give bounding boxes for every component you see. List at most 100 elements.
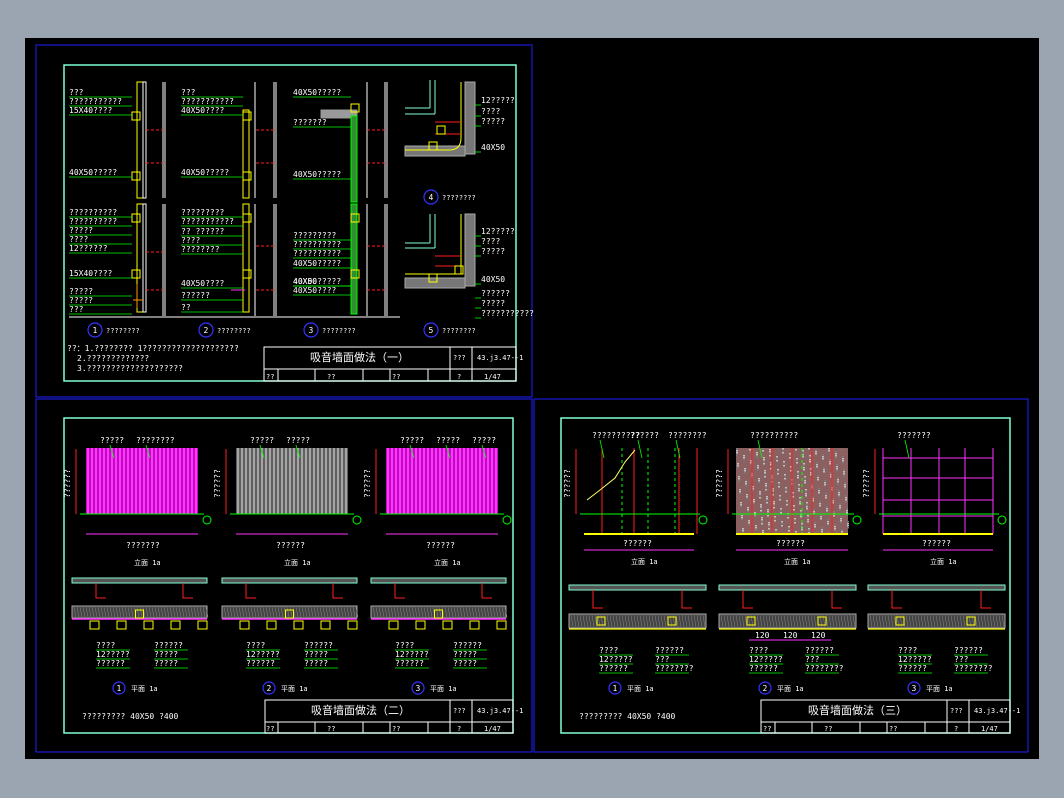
texture-dot bbox=[799, 499, 801, 501]
texture-dot bbox=[838, 496, 840, 498]
texture-dot bbox=[767, 515, 769, 517]
texture-dot bbox=[814, 524, 816, 526]
section-ceiling bbox=[221, 577, 358, 584]
texture-dot bbox=[766, 496, 768, 498]
section-label: ?????? bbox=[246, 659, 275, 668]
sheet-3-title: 吸音墙面做法（三） bbox=[808, 703, 907, 717]
texture-dot bbox=[794, 520, 796, 522]
top-label: ????? bbox=[436, 436, 460, 445]
dim-text: 120 bbox=[755, 631, 770, 640]
texture-dot bbox=[802, 452, 804, 454]
texture-dot bbox=[840, 516, 842, 518]
texture-dot bbox=[843, 471, 845, 473]
sheet-3-field-1: ?? bbox=[763, 725, 771, 733]
leader-label: ?????????? bbox=[293, 249, 341, 258]
texture-dot bbox=[844, 482, 846, 484]
leader-label: 40X50????? bbox=[293, 88, 341, 97]
wall-panel[interactable] bbox=[386, 448, 498, 514]
sheet-2-title: 吸音墙面做法（二） bbox=[311, 703, 410, 717]
section-joist bbox=[496, 620, 507, 630]
wall-panel[interactable] bbox=[584, 448, 694, 534]
texture-dot bbox=[780, 512, 782, 514]
leader-label: 40X50????? bbox=[69, 168, 117, 177]
sheet-1-field-6: ? bbox=[457, 373, 461, 381]
leader-label: 12?????? bbox=[69, 244, 108, 253]
texture-dot bbox=[759, 495, 761, 497]
view-label: 立面 1a bbox=[134, 558, 161, 567]
sheet-1-code: 43.j3.47--1 bbox=[477, 354, 523, 362]
texture-dot bbox=[829, 461, 831, 463]
texture-dot bbox=[745, 483, 747, 485]
texture-dot bbox=[809, 461, 811, 463]
texture-dot bbox=[788, 526, 790, 528]
texture-dot bbox=[739, 491, 741, 493]
wall-panel[interactable] bbox=[236, 448, 348, 514]
texture-dot bbox=[807, 517, 809, 519]
leader-label: ?????????? bbox=[69, 217, 117, 226]
texture-dot bbox=[841, 529, 843, 531]
section-hanger bbox=[245, 583, 256, 599]
section-label: ????? bbox=[453, 650, 477, 659]
cad-drawing-canvas[interactable]: ?????????????? 15X40???? 40X50????????????… bbox=[25, 38, 1039, 759]
texture-dot bbox=[764, 470, 766, 472]
texture-dot bbox=[795, 531, 797, 533]
section-ceiling bbox=[867, 584, 1006, 591]
section-ceiling bbox=[370, 577, 507, 584]
texture-dot bbox=[763, 463, 765, 465]
texture-dot bbox=[748, 520, 750, 522]
height-dim: ?????? bbox=[563, 469, 572, 498]
texture-dot bbox=[785, 487, 787, 489]
detail-marker-num: 1 bbox=[93, 326, 98, 335]
texture-dot bbox=[768, 524, 770, 526]
texture-dot bbox=[764, 476, 766, 478]
leader-label: ?????? bbox=[481, 289, 510, 298]
texture-dot bbox=[780, 510, 782, 512]
leader-label: ??????????? bbox=[181, 97, 234, 106]
section-hanger bbox=[831, 590, 842, 609]
texture-dot bbox=[809, 455, 811, 457]
sheet-3-field-6: ? bbox=[954, 725, 958, 733]
texture-dot bbox=[838, 492, 840, 494]
texture-dot bbox=[806, 508, 808, 510]
leader-label: 40X50???? bbox=[181, 106, 225, 115]
texture-dot bbox=[847, 527, 849, 529]
texture-dot bbox=[762, 450, 764, 452]
texture-dot bbox=[766, 502, 768, 504]
width-dim: ?????? bbox=[276, 541, 305, 550]
texture-dot bbox=[804, 478, 806, 480]
wall-panel[interactable] bbox=[86, 448, 198, 514]
texture-dot bbox=[788, 528, 790, 530]
texture-dot bbox=[820, 516, 822, 518]
section-hanger bbox=[742, 590, 753, 609]
texture-dot bbox=[825, 497, 827, 499]
texture-dot bbox=[779, 495, 781, 497]
texture-dot bbox=[766, 498, 768, 500]
texture-dot bbox=[804, 480, 806, 482]
texture-dot bbox=[797, 471, 799, 473]
section-label: ???????? bbox=[805, 664, 844, 673]
texture-dot bbox=[769, 449, 771, 451]
texture-dot bbox=[737, 463, 739, 465]
texture-dot bbox=[800, 512, 802, 514]
texture-dot bbox=[844, 488, 846, 490]
sheet-1-title-block: 吸音墙面做法（一） ??? 43.j3.47--1 1/47 ?? ?? ?? … bbox=[263, 346, 523, 382]
leader-label: 40X50 bbox=[481, 275, 505, 284]
texture-dot bbox=[794, 518, 796, 520]
detail-marker-label: ???????? bbox=[442, 327, 476, 335]
section-label: 12????? bbox=[395, 650, 429, 659]
leader-label: ????????? bbox=[181, 208, 225, 217]
texture-dot bbox=[829, 459, 831, 461]
leader-label: ???? bbox=[69, 235, 88, 244]
wall-panel[interactable] bbox=[883, 448, 993, 534]
texture-dot bbox=[776, 460, 778, 462]
section-label: ????? bbox=[304, 650, 328, 659]
texture-dot bbox=[757, 465, 759, 467]
texture-dot bbox=[817, 479, 819, 481]
texture-dot bbox=[786, 504, 788, 506]
sheet-1-note-3: 3.???????????????????? bbox=[77, 364, 183, 373]
leader-label: ??? bbox=[69, 305, 84, 314]
texture-dot bbox=[783, 465, 785, 467]
detail-marker-label: ???????? bbox=[442, 194, 476, 202]
sheet-2-field-3: ?? bbox=[392, 725, 400, 733]
section-marker-num: 1 bbox=[613, 684, 618, 693]
